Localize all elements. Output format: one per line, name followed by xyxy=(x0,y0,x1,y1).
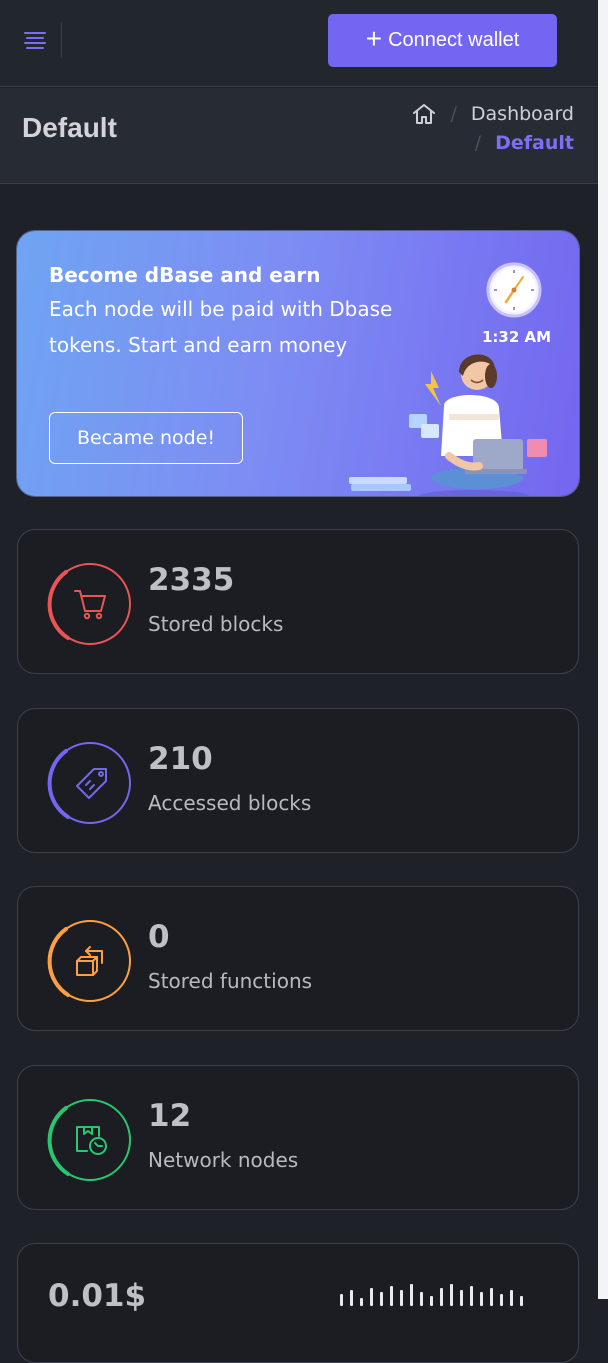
stat-value: 0 xyxy=(148,919,170,955)
stat-ring xyxy=(47,563,131,645)
price-value: 0.01$ xyxy=(48,1278,147,1314)
mini-bar-chart xyxy=(340,1284,523,1306)
stat-ring xyxy=(47,742,131,824)
cart-icon xyxy=(74,590,106,620)
page-header: Default / Dashboard / Default xyxy=(0,88,598,184)
package-refresh-icon xyxy=(76,1126,107,1155)
stat-label: Stored functions xyxy=(148,969,313,993)
banner-title: Become dBase and earn xyxy=(49,263,321,287)
stat-label: Accessed blocks xyxy=(148,791,312,815)
tag-icon xyxy=(76,768,107,799)
connect-wallet-label: Connect wallet xyxy=(388,29,520,51)
breadcrumb-separator: / xyxy=(474,132,482,154)
stat-ring xyxy=(47,1099,131,1181)
box-return-icon xyxy=(76,946,103,976)
top-navbar: + Connect wallet xyxy=(0,0,598,87)
stat-card-network-nodes: 12 Network nodes xyxy=(17,1065,579,1210)
navbar-divider xyxy=(61,22,62,58)
stat-label: Network nodes xyxy=(148,1148,299,1172)
become-node-button[interactable]: Became node! xyxy=(49,412,243,464)
price-card: 0.01$ xyxy=(17,1243,579,1363)
breadcrumb-dashboard[interactable]: Dashboard xyxy=(471,103,574,125)
clock-icon xyxy=(486,262,542,318)
connect-wallet-button[interactable]: + Connect wallet xyxy=(328,14,557,67)
person-laptop-illustration xyxy=(349,354,547,496)
breadcrumb: / Dashboard xyxy=(411,102,574,126)
stat-ring xyxy=(47,920,131,1002)
stat-card-stored-functions: 0 Stored functions xyxy=(17,886,579,1031)
stat-label: Stored blocks xyxy=(148,612,284,636)
home-icon[interactable] xyxy=(411,102,437,126)
stat-card-stored-blocks: 2335 Stored blocks xyxy=(17,529,579,674)
page-title: Default xyxy=(22,112,117,143)
stat-value: 2335 xyxy=(148,562,235,598)
stat-value: 12 xyxy=(148,1098,192,1134)
plus-icon: + xyxy=(365,23,383,54)
breadcrumb-separator: / xyxy=(450,103,457,125)
breadcrumb-current: Default xyxy=(495,132,574,154)
stat-card-accessed-blocks: 210 Accessed blocks xyxy=(17,708,579,853)
menu-icon[interactable] xyxy=(22,27,48,49)
scrollbar-thumb[interactable] xyxy=(599,0,607,1299)
stat-value: 210 xyxy=(148,741,213,777)
breadcrumb-row-2: / Default xyxy=(475,132,574,154)
become-node-banner: Become dBase and earn Each node will be … xyxy=(17,231,579,496)
scrollbar[interactable] xyxy=(598,0,608,1299)
